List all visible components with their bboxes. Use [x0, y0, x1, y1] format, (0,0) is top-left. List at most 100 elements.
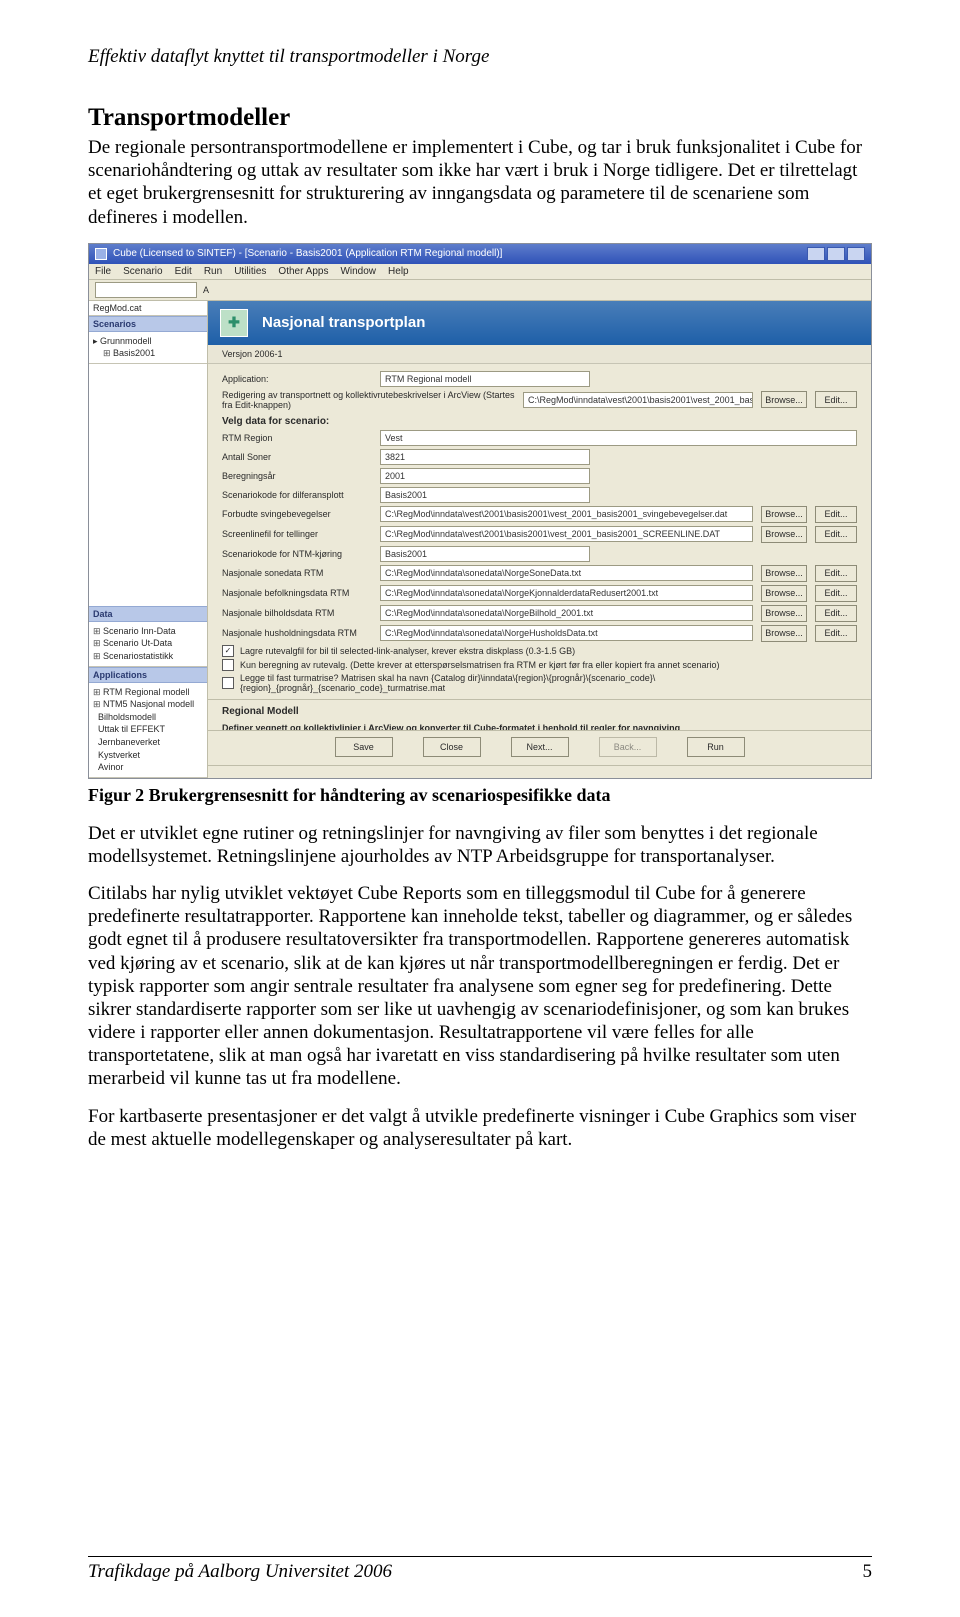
cell-input[interactable]: [95, 282, 197, 298]
edit-button[interactable]: Edit...: [815, 391, 857, 408]
cell-label: A: [203, 285, 209, 295]
label-befolkning: Nasjonale befolkningsdata RTM: [222, 588, 372, 598]
menu-scenario[interactable]: Scenario: [123, 266, 162, 277]
menu-file[interactable]: File: [95, 266, 111, 277]
figure-screenshot: Cube (Licensed to SINTEF) - [Scenario - …: [88, 243, 872, 779]
browse-button[interactable]: Browse...: [761, 506, 807, 523]
app-ntm5[interactable]: NTM5 Nasjonal modell: [93, 698, 203, 711]
edit-button[interactable]: Edit...: [815, 585, 857, 602]
edit-button[interactable]: Edit...: [815, 526, 857, 543]
edit-button[interactable]: Edit...: [815, 605, 857, 622]
window-buttons[interactable]: [807, 247, 865, 261]
input-beregningsaar[interactable]: 2001: [380, 468, 590, 484]
menu-window[interactable]: Window: [340, 266, 376, 277]
label-screenline: Screenlinefil for tellinger: [222, 529, 372, 539]
menu-otherapps[interactable]: Other Apps: [278, 266, 328, 277]
app-icon: [95, 248, 107, 260]
address-bar: A: [89, 280, 871, 301]
select-application[interactable]: RTM Regional modell: [380, 371, 590, 387]
tree-statistikk[interactable]: Scenariostatistikk: [93, 650, 203, 663]
input-bilhold[interactable]: C:\RegMod\inndata\sonedata\NorgeBilhold_…: [380, 605, 753, 621]
label-chk3: Legge til fast turmatrise? Matrisen skal…: [240, 673, 857, 693]
edit-button[interactable]: Edit...: [815, 625, 857, 642]
checkbox-fast-matrise[interactable]: [222, 677, 234, 689]
label-chk2: Kun beregning av rutevalg. (Dette krever…: [240, 660, 720, 670]
browse-button[interactable]: Browse...: [761, 585, 807, 602]
sidebar: RegMod.cat Scenarios ▸ Grunnmodell Basis…: [89, 301, 208, 778]
tree-inn-data[interactable]: Scenario Inn-Data: [93, 625, 203, 638]
minimize-icon[interactable]: [807, 247, 825, 261]
input-hushold[interactable]: C:\RegMod\inndata\sonedata\NorgeHusholds…: [380, 625, 753, 641]
close-button[interactable]: Close: [423, 737, 481, 757]
back-button: Back...: [599, 737, 657, 757]
tree-ut-data[interactable]: Scenario Ut-Data: [93, 637, 203, 650]
label-sonedata: Nasjonale sonedata RTM: [222, 568, 372, 578]
run-button[interactable]: Run: [687, 737, 745, 757]
menubar-outer[interactable]: File Scenario Edit Run Utilities Other A…: [89, 264, 871, 280]
menu-run[interactable]: Run: [204, 266, 222, 277]
ntp-logo-icon: [220, 309, 248, 337]
app-jbv[interactable]: Jernbaneverket: [93, 736, 203, 749]
tree-basis2001[interactable]: Basis2001: [93, 347, 203, 360]
label-beregningsaar: Beregningsår: [222, 471, 372, 481]
next-button[interactable]: Next...: [511, 737, 569, 757]
app-bilhold[interactable]: Bilholdsmodell: [93, 711, 203, 724]
app-effekt[interactable]: Uttak til EFFEKT: [93, 723, 203, 736]
section-velg-data: Velg data for scenario:: [222, 416, 857, 427]
section-regional-modell: Regional Modell: [222, 706, 857, 717]
tree-grunnmodell[interactable]: ▸ Grunnmodell: [93, 335, 203, 348]
menu-edit[interactable]: Edit: [175, 266, 192, 277]
checkbox-lagre-rutevalg[interactable]: ✓: [222, 645, 234, 657]
maximize-icon[interactable]: [827, 247, 845, 261]
edit-button[interactable]: Edit...: [815, 565, 857, 582]
browse-button[interactable]: Browse...: [761, 391, 807, 408]
main-panel: Nasjonal transportplan Versjon 2006-1 Ap…: [208, 301, 871, 778]
window-titlebar: Cube (Licensed to SINTEF) - [Scenario - …: [89, 244, 871, 264]
status-bar: [208, 765, 871, 778]
footer-text: Trafikdage på Aalborg Universitet 2006: [88, 1561, 392, 1583]
browse-button[interactable]: Browse...: [761, 605, 807, 622]
browse-button[interactable]: Browse...: [761, 625, 807, 642]
input-befolkning[interactable]: C:\RegMod\inndata\sonedata\NorgeKjonnald…: [380, 585, 753, 601]
label-ntm-kjoring: Scenariokode for NTM-kjøring: [222, 549, 372, 559]
input-scenariokode[interactable]: Basis2001: [380, 487, 590, 503]
checkbox-kun-rutevalg[interactable]: [222, 659, 234, 671]
save-button[interactable]: Save: [335, 737, 393, 757]
menu-utilities[interactable]: Utilities: [234, 266, 266, 277]
version-bar: Versjon 2006-1: [208, 345, 871, 364]
edit-button[interactable]: Edit...: [815, 506, 857, 523]
app-avinor[interactable]: Avinor: [93, 761, 203, 774]
input-sonedata[interactable]: C:\RegMod\inndata\sonedata\NorgeSoneData…: [380, 565, 753, 581]
paragraph-4: For kartbaserte presentasjoner er det va…: [88, 1105, 872, 1151]
browse-button[interactable]: Browse...: [761, 526, 807, 543]
close-icon[interactable]: [847, 247, 865, 261]
sidebar-panel-data[interactable]: Data: [89, 606, 207, 622]
app-rtm[interactable]: RTM Regional modell: [93, 686, 203, 699]
paragraph-2: Det er utviklet egne rutiner og retnings…: [88, 822, 872, 868]
window-title: Cube (Licensed to SINTEF) - [Scenario - …: [113, 248, 502, 259]
scenario-form: Application: RTM Regional modell Rediger…: [208, 364, 871, 730]
paragraph-3: Citilabs har nylig utviklet vektøyet Cub…: [88, 882, 872, 1091]
sidebar-panel-apps[interactable]: Applications: [89, 667, 207, 683]
input-screenline[interactable]: C:\RegMod\inndata\vest\2001\basis2001\ve…: [380, 526, 753, 542]
input-forbudte[interactable]: C:\RegMod\inndata\vest\2001\basis2001\ve…: [380, 506, 753, 522]
page-number: 5: [863, 1561, 873, 1583]
banner: Nasjonal transportplan: [208, 301, 871, 345]
paragraph-1: De regionale persontransportmodellene er…: [88, 136, 872, 229]
input-antall-soner[interactable]: 3821: [380, 449, 590, 465]
app-kyst[interactable]: Kystverket: [93, 749, 203, 762]
menu-help[interactable]: Help: [388, 266, 409, 277]
label-hushold: Nasjonale husholdningsdata RTM: [222, 628, 372, 638]
catalog-file[interactable]: RegMod.cat: [89, 301, 207, 316]
data-tree[interactable]: Scenario Inn-Data Scenario Ut-Data Scena…: [89, 622, 207, 667]
input-apr-path[interactable]: C:\RegMod\inndata\vest\2001\basis2001\ve…: [523, 392, 753, 408]
figure-caption: Figur 2 Brukergrensesnitt for håndtering…: [88, 785, 872, 806]
input-ntm-kode[interactable]: Basis2001: [380, 546, 590, 562]
sidebar-panel-scenarios[interactable]: Scenarios: [89, 316, 207, 332]
apps-tree[interactable]: RTM Regional modell NTM5 Nasjonal modell…: [89, 683, 207, 778]
scenarios-tree[interactable]: ▸ Grunnmodell Basis2001: [89, 332, 207, 364]
banner-title: Nasjonal transportplan: [262, 314, 425, 331]
select-region[interactable]: Vest: [380, 430, 857, 446]
running-head: Effektiv dataflyt knyttet til transportm…: [88, 46, 872, 68]
browse-button[interactable]: Browse...: [761, 565, 807, 582]
